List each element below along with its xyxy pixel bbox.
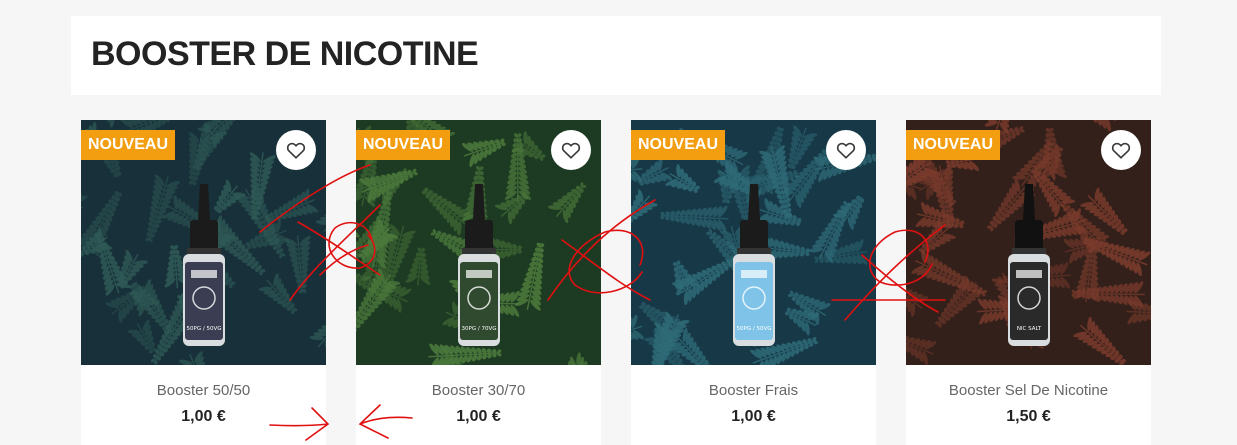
bottle-label-text: 30PG / 70VG: [462, 326, 497, 332]
product-name[interactable]: Booster Sel De Nicotine: [906, 382, 1151, 399]
page-title: BOOSTER DE NICOTINE: [91, 35, 479, 73]
new-badge: NOUVEAU: [356, 130, 451, 160]
heart-icon: [561, 142, 581, 159]
product-price: 1,00 €: [181, 408, 226, 425]
bottle-image: 50PG / 50VG: [183, 184, 225, 346]
heart-icon: [286, 142, 306, 159]
product-name[interactable]: Booster 30/70: [356, 382, 601, 399]
bottle-image: 30PG / 70VG: [458, 184, 500, 346]
bottle-label-text: NIC SALT: [1017, 326, 1042, 332]
product-price: 1,00 €: [731, 408, 776, 425]
product-name[interactable]: Booster Frais: [631, 382, 876, 399]
new-badge: NOUVEAU: [631, 130, 726, 160]
new-badge: NOUVEAU: [81, 130, 176, 160]
product-card[interactable]: NIC SALT NOUVEAU Booster Sel De Nicotine…: [906, 120, 1151, 445]
heart-icon: [1111, 142, 1131, 159]
product-price: 1,00 €: [456, 408, 501, 425]
wishlist-button[interactable]: [1101, 130, 1141, 170]
product-card[interactable]: 50PG / 50VG NOUVEAU Booster Frais 1,00 €: [631, 120, 876, 445]
product-name[interactable]: Booster 50/50: [81, 382, 326, 399]
product-card[interactable]: 50PG / 50VG NOUVEAU Booster 50/50 1,00 €: [81, 120, 326, 445]
heart-icon: [836, 142, 856, 159]
bottle-image: 50PG / 50VG: [733, 184, 775, 346]
wishlist-button[interactable]: [276, 130, 316, 170]
product-price: 1,50 €: [1006, 408, 1051, 425]
wishlist-button[interactable]: [551, 130, 591, 170]
bottle-label-text: 50PG / 50VG: [737, 326, 772, 332]
new-badge: NOUVEAU: [906, 130, 1001, 160]
wishlist-button[interactable]: [826, 130, 866, 170]
product-card[interactable]: 30PG / 70VG NOUVEAU Booster 30/70 1,00 €: [356, 120, 601, 445]
category-header: BOOSTER DE NICOTINE: [71, 16, 1161, 95]
bottle-label-text: 50PG / 50VG: [187, 326, 222, 332]
bottle-image: NIC SALT: [1008, 184, 1050, 346]
